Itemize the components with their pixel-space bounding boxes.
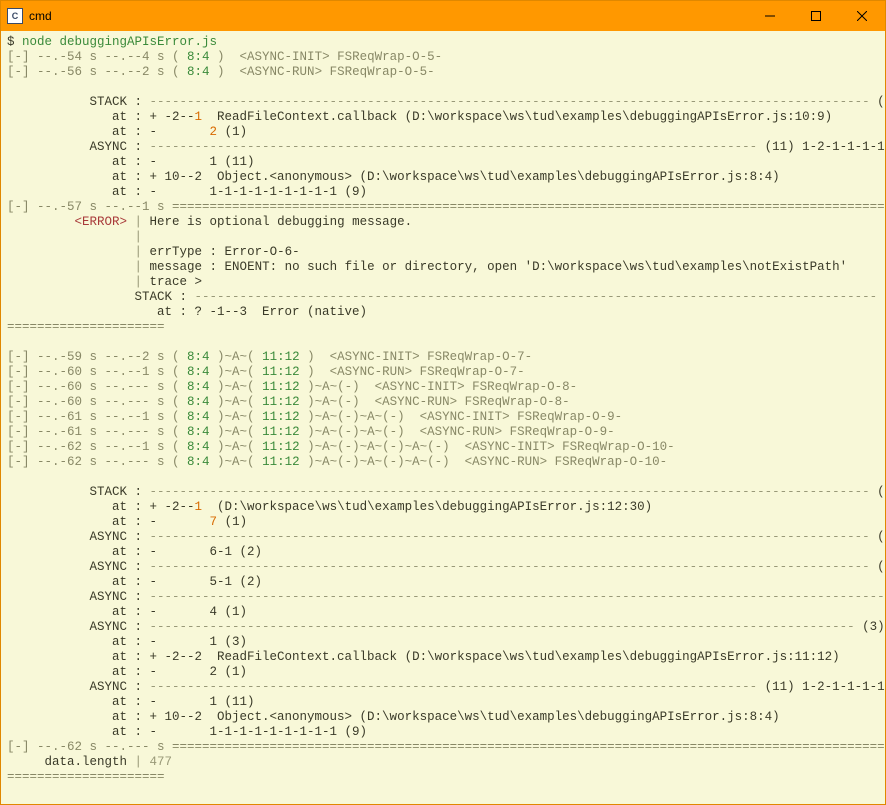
section-divider: [-] --.-57 s --.--1 s ==================… <box>7 200 879 215</box>
command-text: node debuggingAPIsError.js <box>22 35 217 49</box>
log-line: [-] --.-61 s --.--1 s ( 8:4 )~A~( 11:12 … <box>7 410 879 425</box>
error-line: | message : ENOENT: no such file or dire… <box>7 260 879 275</box>
log-line: [-] --.-60 s --.--- s ( 8:4 )~A~( 11:12 … <box>7 380 879 395</box>
error-line: | errType : Error-O-6- <box>7 245 879 260</box>
async-header: ASYNC : --------------------------------… <box>7 560 879 575</box>
titlebar[interactable]: C cmd <box>1 1 885 31</box>
terminal-output[interactable]: $ node debuggingAPIsError.js[-] --.-54 s… <box>1 31 885 804</box>
minimize-icon <box>765 11 775 21</box>
close-icon <box>857 11 867 21</box>
async-at: at : - 6-1 (2) <box>7 545 879 560</box>
log-line: [-] --.-60 s --.--- s ( 8:4 )~A~( 11:12 … <box>7 395 879 410</box>
stack-header: STACK : --------------------------------… <box>7 485 879 500</box>
stack-header: STACK : --------------------------------… <box>7 95 879 110</box>
async-at: at : - 5-1 (2) <box>7 575 879 590</box>
stack-at: at : + -2--1 ReadFileContext.callback (D… <box>7 110 879 125</box>
async-header: ASYNC : --------------------------------… <box>7 620 879 635</box>
stack-at: at : + -2--1 (D:\workspace\ws\tud\exampl… <box>7 500 879 515</box>
async-at: at : + 10--2 Object.<anonymous> (D:\work… <box>7 710 879 725</box>
maximize-icon <box>811 11 821 21</box>
stack-header: STACK : --------------------------------… <box>7 290 879 305</box>
async-at: at : - 1-1-1-1-1-1-1-1-1 (9) <box>7 185 879 200</box>
close-button[interactable] <box>839 1 885 31</box>
async-header: ASYNC : --------------------------------… <box>7 590 879 605</box>
stack-at: at : - 7 (1) <box>7 515 879 530</box>
log-line: [-] --.-61 s --.--- s ( 8:4 )~A~( 11:12 … <box>7 425 879 440</box>
log-line: [-] --.-62 s --.--1 s ( 8:4 )~A~( 11:12 … <box>7 440 879 455</box>
app-icon: C <box>7 8 23 24</box>
log-line: [-] --.-60 s --.--1 s ( 8:4 )~A~( 11:12 … <box>7 365 879 380</box>
async-at: at : - 2 (1) <box>7 665 879 680</box>
maximize-button[interactable] <box>793 1 839 31</box>
async-at: at : + -2--2 ReadFileContext.callback (D… <box>7 650 879 665</box>
section-divider: ===================== <box>7 320 879 335</box>
async-at: at : - 1 (3) <box>7 635 879 650</box>
log-line: [-] --.-62 s --.--- s ( 8:4 )~A~( 11:12 … <box>7 455 879 470</box>
stack-at: at : ? -1--3 Error (native) <box>7 305 879 320</box>
log-line: [-] --.-59 s --.--2 s ( 8:4 )~A~( 11:12 … <box>7 350 879 365</box>
prompt: $ <box>7 35 22 49</box>
stack-at: at : - 2 (1) <box>7 125 879 140</box>
cmd-window: C cmd $ node debuggingAPIsError.js[-] --… <box>0 0 886 805</box>
section-divider: ===================== <box>7 770 879 785</box>
window-title: cmd <box>29 9 52 23</box>
async-at: at : - 1-1-1-1-1-1-1-1-1 (9) <box>7 725 879 740</box>
async-header: ASYNC : --------------------------------… <box>7 530 879 545</box>
async-header: ASYNC : --------------------------------… <box>7 140 879 155</box>
async-header: ASYNC : --------------------------------… <box>7 680 879 695</box>
log-line: [-] --.-56 s --.--2 s ( 8:4 ) <ASYNC-RUN… <box>7 65 879 80</box>
async-at: at : - 1 (11) <box>7 155 879 170</box>
command-line: $ node debuggingAPIsError.js <box>7 35 879 50</box>
section-divider: [-] --.-62 s --.--- s ==================… <box>7 740 879 755</box>
async-at: at : + 10--2 Object.<anonymous> (D:\work… <box>7 170 879 185</box>
async-at: at : - 4 (1) <box>7 605 879 620</box>
error-line: | trace > <box>7 275 879 290</box>
async-at: at : - 1 (11) <box>7 695 879 710</box>
log-line: [-] --.-54 s --.--4 s ( 8:4 ) <ASYNC-INI… <box>7 50 879 65</box>
error-line: <ERROR> | Here is optional debugging mes… <box>7 215 879 230</box>
minimize-button[interactable] <box>747 1 793 31</box>
error-line: | <box>7 230 879 245</box>
data-length-line: data.length | 477 <box>7 755 879 770</box>
